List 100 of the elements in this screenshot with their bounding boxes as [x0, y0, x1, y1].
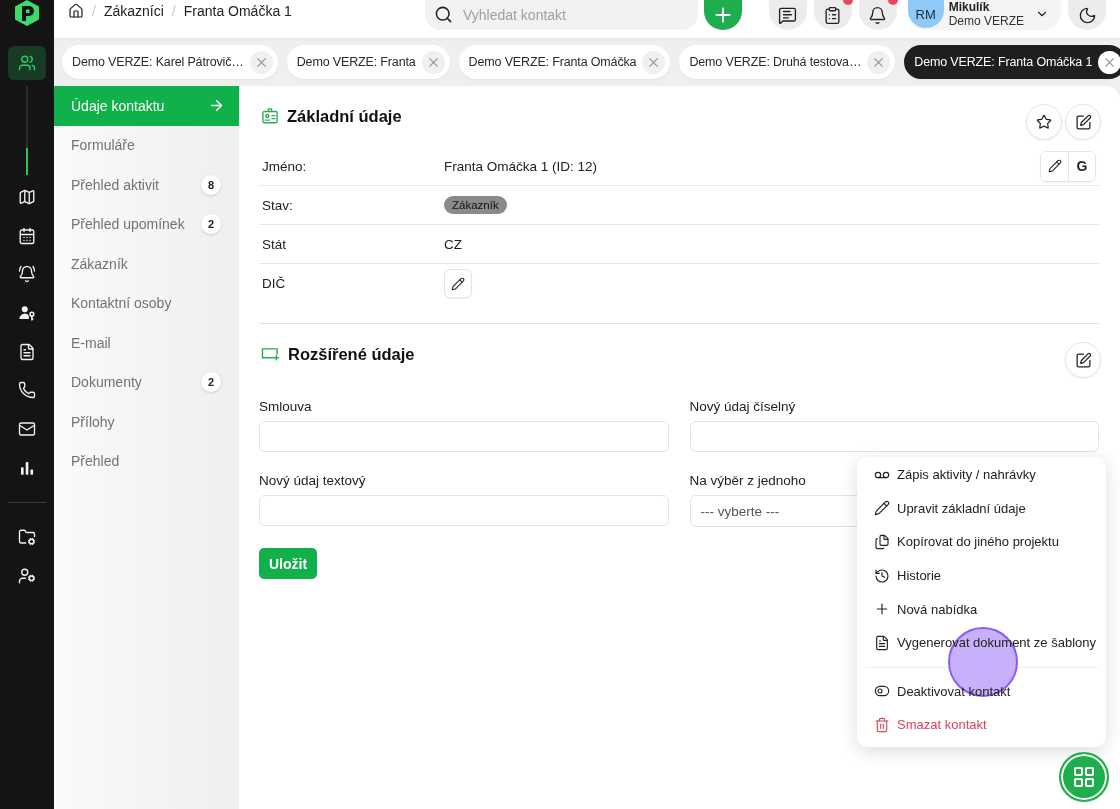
- field-label: Stát: [262, 236, 286, 252]
- menu-item-label: Přehled upomínek: [71, 216, 185, 233]
- field-label: Jméno:: [262, 158, 307, 174]
- menu-item-label: E-mail: [71, 334, 111, 351]
- toolbar-button[interactable]: [768, 0, 807, 30]
- breadcrumb-separator: /: [92, 3, 96, 19]
- menu-item[interactable]: Historie: [857, 558, 1106, 593]
- field-label: Nový údaj číselný: [689, 399, 796, 415]
- edit-button[interactable]: [1065, 342, 1101, 378]
- section-title: Základní údaje: [287, 106, 402, 126]
- menu-item-label: Deaktivovat kontakt: [897, 683, 1011, 699]
- user-settings-icon: [18, 567, 36, 585]
- edit-button[interactable]: [1065, 104, 1101, 140]
- folder-settings-icon: [18, 528, 36, 547]
- phone-icon: [18, 381, 36, 400]
- home-icon[interactable]: [68, 3, 84, 19]
- pencil-icon: [1047, 159, 1062, 173]
- menu-item-label: Přílohy: [71, 413, 115, 430]
- menu-item-label: Přehled aktivit: [71, 176, 159, 193]
- menu-item[interactable]: Upravit základní údaje: [857, 491, 1106, 526]
- breadcrumb-current: Franta Omáčka 1: [183, 3, 292, 19]
- edit-icon: [1074, 351, 1092, 369]
- contact-menu-item[interactable]: Kontaktní osoby: [54, 283, 239, 323]
- menu-item-label: Formuláře: [71, 137, 135, 154]
- user-key-icon: [18, 304, 36, 323]
- copy-icon: [874, 534, 890, 550]
- contact-menu-item[interactable]: Zákazník: [54, 244, 239, 284]
- contact-tab[interactable]: Demo VERZE: Karel Pátrovič…: [62, 45, 278, 79]
- input-field[interactable]: [259, 421, 669, 452]
- trash-icon: [874, 716, 890, 733]
- contact-tab[interactable]: Demo VERZE: Franta Omáčka: [458, 45, 671, 79]
- menu-item[interactable]: Deaktivovat kontakt: [857, 674, 1106, 709]
- tab-label: Demo VERZE: Karel Pátrovič…: [72, 55, 244, 69]
- tab-label: Demo VERZE: Franta Omáčka 1: [914, 55, 1093, 69]
- card-plus-icon: [261, 347, 280, 361]
- search-field[interactable]: Vyhledat kontakt: [425, 0, 698, 30]
- grid-icon: [1072, 765, 1096, 789]
- nav-button[interactable]: [8, 46, 46, 80]
- close-tab-button[interactable]: [1098, 50, 1120, 74]
- menu-item[interactable]: Zápis aktivity / nahrávky: [857, 458, 1106, 492]
- menu-item-label: Údaje kontaktu: [71, 97, 165, 114]
- lookup-button[interactable]: G: [1068, 151, 1095, 181]
- toolbar-button[interactable]: [813, 0, 852, 30]
- contact-menu-item[interactable]: Formuláře: [54, 125, 239, 165]
- field-label: Stav:: [262, 197, 293, 213]
- id-card-icon: [261, 107, 279, 125]
- edit-icon: [1074, 113, 1092, 131]
- contact-menu-item[interactable]: Přehled upomínek 2: [54, 204, 239, 244]
- menu-item-label: Upravit základní údaje: [897, 500, 1026, 516]
- mail-icon: [18, 420, 36, 439]
- document-icon: [874, 634, 890, 651]
- section-title: Rozšířené údaje: [288, 344, 415, 364]
- project-name: Demo VERZE: [948, 14, 1024, 29]
- favorite-button[interactable]: [1026, 104, 1062, 140]
- map-icon: [18, 188, 36, 206]
- menu-item-label: Kopírovat do jiného projektu: [897, 534, 1059, 550]
- menu-item-label: Dokumenty: [71, 374, 142, 391]
- menu-item-label: Kontaktní osoby: [71, 295, 172, 312]
- contact-tab[interactable]: Demo VERZE: Franta Omáčka 1: [904, 45, 1120, 79]
- field-value: Franta Omáčka 1 (ID: 12): [444, 158, 598, 174]
- add-button[interactable]: [704, 0, 742, 30]
- contact-menu-item[interactable]: Dokumenty 2: [54, 362, 239, 402]
- menu-item-label: Nová nabídka: [897, 601, 978, 617]
- document-icon: [18, 342, 36, 361]
- count-badge: 2: [201, 214, 221, 235]
- history-icon: [874, 567, 890, 584]
- field-label: Na výběr z jednoho: [689, 473, 806, 489]
- pencil-icon: [874, 500, 890, 517]
- contact-menu-item[interactable]: Přílohy: [54, 402, 239, 442]
- contact-menu-item[interactable]: Přehled: [54, 441, 239, 481]
- tab-label: Demo VERZE: Druhá testova…: [689, 55, 862, 69]
- menu-item[interactable]: Kopírovat do jiného projektu: [857, 525, 1106, 559]
- contact-tab[interactable]: Demo VERZE: Druhá testova…: [679, 45, 896, 79]
- bell-icon: [868, 5, 888, 25]
- menu-item[interactable]: Smazat kontakt: [857, 708, 1106, 742]
- edit-button[interactable]: [444, 269, 472, 298]
- input-field[interactable]: [689, 421, 1099, 452]
- breadcrumb-link[interactable]: Zákazníci: [103, 3, 164, 19]
- theme-toggle-button[interactable]: [1068, 0, 1106, 30]
- user-menu-button[interactable]: RM Mikulík Demo VERZE: [907, 0, 1061, 30]
- clipboard-icon: [823, 5, 843, 25]
- menu-item[interactable]: Nová nabídka: [857, 592, 1106, 626]
- count-badge: 2: [201, 372, 221, 393]
- status-tag: Zákazník: [444, 196, 507, 214]
- user-avatar: RM: [907, 0, 944, 28]
- count-badge: 8: [201, 174, 221, 195]
- menu-item-label: Historie: [897, 568, 942, 584]
- breadcrumb-separator: /: [171, 3, 176, 19]
- field-label: DIČ: [262, 276, 286, 291]
- input-field[interactable]: [259, 495, 669, 526]
- edit-button[interactable]: [1041, 151, 1068, 181]
- moon-icon: [1077, 5, 1097, 25]
- contact-menu-item[interactable]: E-mail: [54, 323, 239, 363]
- toolbar-button[interactable]: [858, 0, 897, 30]
- menu-item-label: Přehled: [71, 453, 120, 470]
- tab-label: Demo VERZE: Franta: [296, 55, 416, 69]
- contact-menu-item[interactable]: Přehled aktivit 8: [54, 165, 239, 205]
- menu-item-label: Smazat kontakt: [897, 717, 987, 733]
- user-name: Mikulík: [948, 1, 990, 14]
- contact-tab[interactable]: Demo VERZE: Franta: [286, 45, 450, 79]
